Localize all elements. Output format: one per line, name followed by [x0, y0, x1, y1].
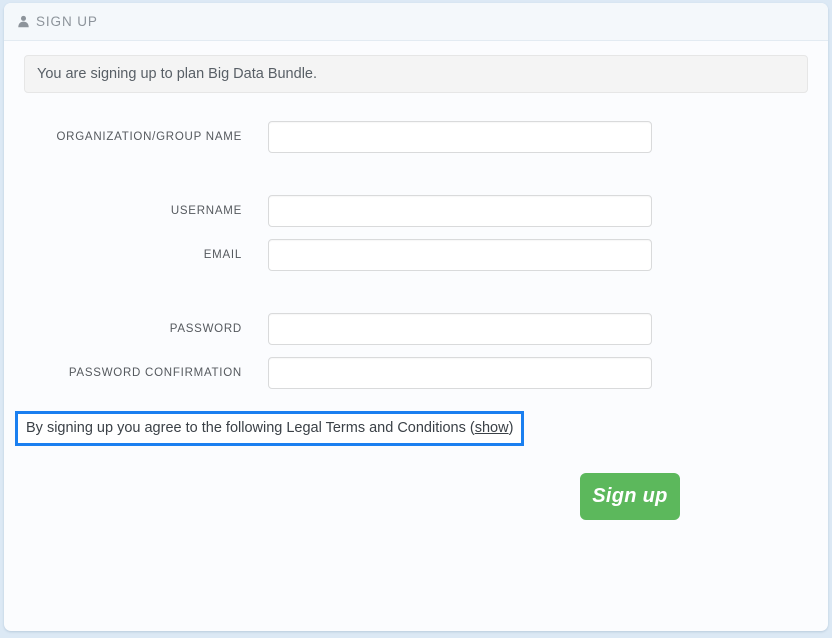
- form-group-password: PASSWORD: [4, 313, 828, 345]
- label-password-confirmation: PASSWORD CONFIRMATION: [68, 367, 242, 379]
- submit-row: Sign up: [4, 473, 828, 520]
- legal-terms-text: By signing up you agree to the following…: [26, 420, 475, 436]
- form-group-email: EMAIL: [4, 239, 828, 271]
- form-group-organization: ORGANIZATION/GROUP NAME: [4, 121, 828, 153]
- panel-header: SIGN UP: [4, 3, 828, 41]
- signup-form: ORGANIZATION/GROUP NAME USERNAME EMAIL P…: [4, 121, 828, 389]
- panel-title: SIGN UP: [36, 14, 98, 29]
- username-input[interactable]: [268, 195, 652, 227]
- signup-button[interactable]: Sign up: [580, 473, 680, 520]
- password-confirmation-input[interactable]: [268, 357, 652, 389]
- plan-notice-text: You are signing up to plan Big Data Bund…: [37, 66, 318, 82]
- legal-terms-row: By signing up you agree to the following…: [4, 411, 828, 446]
- label-email: EMAIL: [203, 249, 242, 261]
- label-organization-group-name: ORGANIZATION/GROUP NAME: [56, 131, 242, 143]
- email-input[interactable]: [268, 239, 652, 271]
- form-group-username: USERNAME: [4, 195, 828, 227]
- user-icon: [18, 15, 29, 28]
- label-password: PASSWORD: [169, 323, 242, 335]
- form-group-password-confirmation: PASSWORD CONFIRMATION: [4, 357, 828, 389]
- organization-group-name-input[interactable]: [268, 121, 652, 153]
- password-input[interactable]: [268, 313, 652, 345]
- legal-terms-show-link[interactable]: show: [475, 420, 509, 436]
- plan-notice-alert: You are signing up to plan Big Data Bund…: [24, 55, 808, 93]
- legal-terms-text-close: ): [508, 420, 514, 436]
- label-username: USERNAME: [170, 205, 242, 217]
- legal-terms-highlight-box[interactable]: By signing up you agree to the following…: [15, 411, 525, 446]
- signup-panel: SIGN UP You are signing up to plan Big D…: [4, 3, 828, 631]
